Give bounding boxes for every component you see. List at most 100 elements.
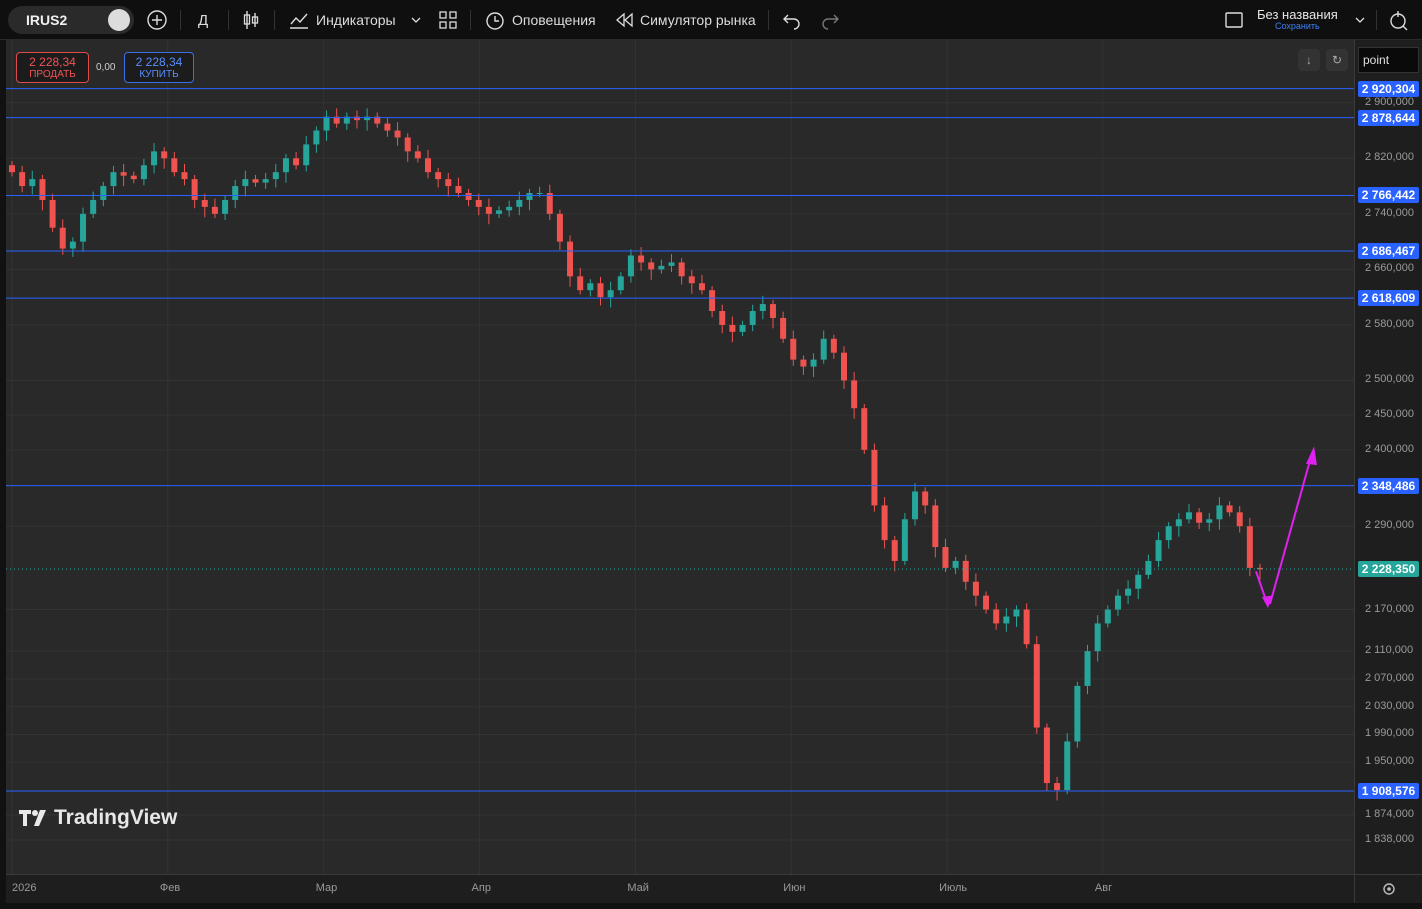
- candle-body: [658, 265, 665, 270]
- redo-icon[interactable]: [820, 0, 840, 40]
- add-symbol-icon[interactable]: [146, 0, 168, 40]
- time-tick-label: Мар: [315, 882, 338, 894]
- scale-mode-box[interactable]: point: [1358, 47, 1419, 73]
- candle-body: [252, 179, 259, 183]
- arrow-down-icon[interactable]: ↓: [1298, 49, 1320, 71]
- candle-body: [1185, 512, 1192, 520]
- symbol-name: IRUS2: [26, 12, 68, 28]
- candle-body: [516, 199, 523, 207]
- replay-label: Симулятор рынка: [640, 12, 756, 28]
- candle-body: [1054, 783, 1061, 791]
- candle-body: [546, 193, 553, 214]
- undo-icon[interactable]: [782, 0, 802, 40]
- candle-body: [313, 130, 320, 145]
- layout-save-link[interactable]: Сохранить: [1257, 21, 1338, 31]
- candle-body: [262, 179, 269, 183]
- candle-body: [638, 255, 645, 263]
- layout-title: Без названия: [1257, 7, 1338, 22]
- time-tick-label: Май: [627, 882, 649, 894]
- candle-body: [587, 283, 594, 291]
- buy-label: КУПИТЬ: [139, 69, 179, 80]
- price-axis[interactable]: point 2 900,000 2 820,000 2 740,000 2 660,0…: [1354, 40, 1422, 874]
- replay-button[interactable]: Симулятор рынка: [614, 0, 756, 40]
- candle-body: [972, 581, 979, 596]
- price-tick-label: 1 950,000: [1365, 755, 1414, 768]
- candle-body: [891, 540, 898, 561]
- price-level-label: 2 686,467: [1358, 243, 1419, 259]
- chevron-down-icon[interactable]: [410, 0, 422, 40]
- candle-body: [759, 304, 766, 312]
- templates-grid-icon[interactable]: [438, 0, 458, 40]
- candle-body: [1145, 560, 1152, 575]
- candle-body: [780, 317, 787, 339]
- price-tick-label: 2 900,000: [1365, 95, 1414, 108]
- candle-body: [181, 172, 188, 180]
- candle-body: [607, 290, 614, 298]
- candle-body: [627, 255, 634, 277]
- candle-body: [1003, 616, 1010, 624]
- refresh-icon[interactable]: ↻: [1326, 49, 1348, 71]
- time-tick-label: Июль: [939, 882, 968, 894]
- chevron-down-icon[interactable]: [1354, 0, 1366, 40]
- top-toolbar: IRUS2 Д Индикаторы Оповещения Симулятор …: [0, 0, 1422, 40]
- candle-body: [445, 179, 452, 187]
- indicators-button[interactable]: Индикаторы: [288, 0, 396, 40]
- buy-button[interactable]: 2 228,34 КУПИТЬ: [124, 52, 194, 83]
- axis-settings-button[interactable]: [1354, 874, 1422, 903]
- candle-body: [1206, 519, 1213, 523]
- candle-body: [303, 144, 310, 166]
- interval-button[interactable]: Д: [198, 0, 208, 40]
- candle-body: [201, 199, 208, 207]
- buy-price: 2 228,34: [135, 55, 183, 69]
- candle-body: [171, 158, 178, 173]
- rewind-icon: [616, 12, 633, 28]
- candle-body: [140, 165, 147, 180]
- candle-body: [222, 199, 229, 214]
- candle-body: [151, 151, 158, 166]
- candle-body: [617, 276, 624, 291]
- candle-body: [455, 186, 462, 194]
- candle-body: [830, 338, 837, 353]
- layout-name-button[interactable]: Без названия Сохранить: [1257, 7, 1338, 31]
- current-price-label: 2 228,350: [1358, 561, 1419, 578]
- candle-body: [100, 186, 107, 200]
- candle-body: [1033, 644, 1040, 728]
- candle-body: [912, 491, 919, 520]
- candle-body: [993, 609, 1000, 624]
- candle-body: [9, 165, 15, 173]
- symbol-search[interactable]: IRUS2: [8, 6, 134, 34]
- candlestick-chart[interactable]: [6, 40, 1354, 874]
- candle-body: [110, 172, 117, 187]
- alerts-button[interactable]: Оповещения: [484, 0, 596, 40]
- candle-body: [506, 206, 513, 211]
- candle-body: [719, 311, 726, 325]
- tradingview-logo-icon: [19, 810, 46, 826]
- candle-body: [668, 262, 675, 266]
- time-tick-label: Апр: [471, 882, 491, 894]
- candle-body: [1135, 574, 1142, 589]
- candle-body: [800, 359, 807, 367]
- candle-body: [465, 193, 472, 200]
- time-axis[interactable]: 2026 Фев Мар Апр Май Июн Июль Авг: [6, 874, 1354, 903]
- chart-pane[interactable]: 2 228,34 ПРОДАТЬ 0,00 2 228,34 КУПИТЬ ↓ …: [6, 40, 1354, 874]
- candle-body: [942, 547, 949, 568]
- candle-body: [1104, 609, 1111, 624]
- candle-body: [952, 560, 959, 568]
- candle-body: [1043, 727, 1050, 784]
- candles-type-icon[interactable]: [242, 0, 260, 40]
- candle-body: [1226, 505, 1233, 513]
- price-tick-label: 2 030,000: [1365, 699, 1414, 712]
- price-tick-label: 2 450,000: [1365, 408, 1414, 421]
- price-tick-label: 2 580,000: [1365, 317, 1414, 330]
- candle-body: [435, 172, 442, 180]
- candle-body: [242, 179, 249, 187]
- price-tick-label: 2 740,000: [1365, 206, 1414, 219]
- candle-body: [729, 324, 736, 332]
- quick-search-icon[interactable]: [1388, 0, 1410, 40]
- layout-checkbox-icon[interactable]: [1224, 0, 1244, 40]
- candle-body: [1074, 685, 1081, 742]
- candle-body: [749, 311, 756, 325]
- sell-button[interactable]: 2 228,34 ПРОДАТЬ: [16, 52, 89, 83]
- drawing-arrow-up: [1269, 453, 1313, 605]
- candle-body: [293, 158, 300, 166]
